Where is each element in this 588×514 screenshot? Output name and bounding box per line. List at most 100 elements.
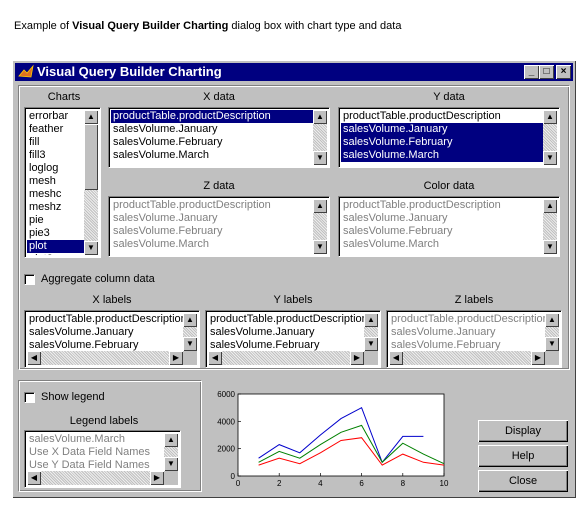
list-item[interactable]: productTable.productDescription bbox=[341, 110, 543, 123]
help-button[interactable]: Help bbox=[478, 445, 568, 467]
list-item[interactable]: Use X Data Field Names bbox=[27, 446, 164, 459]
xlabels-hscroll[interactable]: ◀ ▶ bbox=[27, 351, 183, 365]
scroll-down-icon[interactable]: ▼ bbox=[543, 151, 557, 165]
list-item[interactable]: salesVolume.January bbox=[111, 123, 313, 136]
list-item[interactable]: productTable.productDescription bbox=[341, 199, 543, 212]
colordata-vscroll[interactable]: ▲ ▼ bbox=[543, 199, 557, 254]
scroll-up-icon[interactable]: ▲ bbox=[84, 110, 98, 124]
xlabels-vscroll[interactable]: ▲ ▼ bbox=[183, 313, 197, 351]
colordata-listbox[interactable]: productTable.productDescription salesVolu… bbox=[338, 196, 560, 257]
scroll-up-icon[interactable]: ▲ bbox=[313, 199, 327, 213]
list-item[interactable]: salesVolume.February bbox=[111, 136, 313, 149]
zlabels-hscroll[interactable]: ◀ ▶ bbox=[389, 351, 545, 365]
list-item[interactable]: productTable.productDescription bbox=[27, 313, 183, 326]
list-item[interactable]: salesVolume.January bbox=[27, 326, 183, 339]
list-item[interactable]: Use Y Data Field Names bbox=[27, 459, 164, 471]
scroll-right-icon[interactable]: ▶ bbox=[150, 471, 164, 485]
scroll-down-icon[interactable]: ▼ bbox=[313, 240, 327, 254]
list-item[interactable]: salesVolume.February bbox=[341, 225, 543, 238]
scroll-right-icon[interactable]: ▶ bbox=[350, 351, 364, 365]
minimize-button[interactable]: _ bbox=[524, 65, 539, 79]
scroll-down-icon[interactable]: ▼ bbox=[364, 337, 378, 351]
xlabels-listbox[interactable]: productTable.productDescription salesVolu… bbox=[24, 310, 200, 368]
scroll-left-icon[interactable]: ◀ bbox=[389, 351, 403, 365]
list-item[interactable]: salesVolume.January bbox=[341, 212, 543, 225]
list-item[interactable]: salesVolume.February bbox=[341, 136, 543, 149]
scroll-right-icon[interactable]: ▶ bbox=[531, 351, 545, 365]
ylabels-listbox[interactable]: productTable.productDescription salesVolu… bbox=[205, 310, 381, 368]
list-item[interactable]: productTable.productDescription bbox=[389, 313, 545, 326]
scroll-up-icon[interactable]: ▲ bbox=[543, 199, 557, 213]
scroll-up-icon[interactable]: ▲ bbox=[543, 110, 557, 124]
scroll-left-icon[interactable]: ◀ bbox=[27, 471, 41, 485]
scroll-down-icon[interactable]: ▼ bbox=[183, 337, 197, 351]
scroll-right-icon[interactable]: ▶ bbox=[169, 351, 183, 365]
list-item[interactable]: plot3 bbox=[27, 253, 84, 255]
zdata-items: productTable.productDescription salesVolu… bbox=[111, 199, 313, 254]
charts-vscroll[interactable]: ▲ ▼ bbox=[84, 110, 98, 255]
scroll-up-icon[interactable]: ▲ bbox=[313, 110, 327, 124]
list-item[interactable]: productTable.productDescription bbox=[111, 110, 313, 123]
aggregate-checkbox[interactable] bbox=[24, 274, 35, 285]
list-item[interactable]: salesVolume.March bbox=[341, 149, 543, 162]
legend-vscroll[interactable]: ▲ ▼ bbox=[164, 433, 178, 471]
ylabels-vscroll[interactable]: ▲ ▼ bbox=[364, 313, 378, 351]
list-item[interactable]: salesVolume.February bbox=[111, 225, 313, 238]
title-bar[interactable]: Visual Query Builder Charting _ □ × bbox=[15, 63, 573, 81]
zdata-listbox[interactable]: productTable.productDescription salesVolu… bbox=[108, 196, 330, 257]
list-item[interactable]: salesVolume.March bbox=[111, 149, 313, 162]
zlabels-vscroll[interactable]: ▲ ▼ bbox=[545, 313, 559, 351]
legend-hscroll[interactable]: ◀ ▶ bbox=[27, 471, 164, 485]
list-item[interactable]: pie bbox=[27, 214, 84, 227]
ylabels-hscroll[interactable]: ◀ ▶ bbox=[208, 351, 364, 365]
scroll-down-icon[interactable]: ▼ bbox=[313, 151, 327, 165]
list-item[interactable]: meshc bbox=[27, 188, 84, 201]
list-item[interactable]: salesVolume.March bbox=[27, 433, 164, 446]
list-item[interactable]: errorbar bbox=[27, 110, 84, 123]
list-item[interactable]: salesVolume.January bbox=[389, 326, 545, 339]
ydata-listbox[interactable]: productTable.productDescription salesVolu… bbox=[338, 107, 560, 168]
charts-listbox[interactable]: errorbar feather fill fill3 loglog mesh meshc m… bbox=[24, 107, 101, 258]
list-item[interactable]: salesVolume.February bbox=[208, 339, 364, 351]
list-item[interactable]: productTable.productDescription bbox=[208, 313, 364, 326]
scroll-up-icon[interactable]: ▲ bbox=[364, 313, 378, 327]
maximize-button[interactable]: □ bbox=[539, 65, 554, 79]
list-item[interactable]: meshz bbox=[27, 201, 84, 214]
show-legend-checkbox[interactable] bbox=[24, 392, 35, 403]
list-item[interactable]: salesVolume.February bbox=[389, 339, 545, 351]
scroll-thumb[interactable] bbox=[84, 124, 98, 190]
list-item[interactable]: salesVolume.January bbox=[111, 212, 313, 225]
ydata-vscroll[interactable]: ▲ ▼ bbox=[543, 110, 557, 165]
list-item[interactable]: salesVolume.January bbox=[208, 326, 364, 339]
list-item[interactable]: fill bbox=[27, 136, 84, 149]
scroll-down-icon[interactable]: ▼ bbox=[545, 337, 559, 351]
scroll-down-icon[interactable]: ▼ bbox=[543, 240, 557, 254]
scroll-up-icon[interactable]: ▲ bbox=[545, 313, 559, 327]
xdata-vscroll[interactable]: ▲ ▼ bbox=[313, 110, 327, 165]
list-item[interactable]: salesVolume.March bbox=[111, 238, 313, 251]
list-item[interactable]: salesVolume.February bbox=[27, 339, 183, 351]
zdata-vscroll[interactable]: ▲ ▼ bbox=[313, 199, 327, 254]
list-item[interactable]: salesVolume.March bbox=[341, 238, 543, 251]
scroll-left-icon[interactable]: ◀ bbox=[27, 351, 41, 365]
scroll-up-icon[interactable]: ▲ bbox=[183, 313, 197, 327]
scroll-down-icon[interactable]: ▼ bbox=[164, 457, 178, 471]
caption-suffix: dialog box with chart type and data bbox=[228, 20, 402, 32]
display-button[interactable]: Display bbox=[478, 420, 568, 442]
list-item[interactable]: productTable.productDescription bbox=[111, 199, 313, 212]
list-item[interactable]: pie3 bbox=[27, 227, 84, 240]
list-item[interactable]: feather bbox=[27, 123, 84, 136]
scroll-up-icon[interactable]: ▲ bbox=[164, 433, 178, 447]
scroll-left-icon[interactable]: ◀ bbox=[208, 351, 222, 365]
close-window-button[interactable]: × bbox=[556, 65, 571, 79]
zlabels-listbox[interactable]: productTable.productDescription salesVolu… bbox=[386, 310, 562, 368]
list-item[interactable]: fill3 bbox=[27, 149, 84, 162]
scroll-down-icon[interactable]: ▼ bbox=[84, 241, 98, 255]
list-item[interactable]: loglog bbox=[27, 162, 84, 175]
list-item[interactable]: salesVolume.January bbox=[341, 123, 543, 136]
list-item[interactable]: mesh bbox=[27, 175, 84, 188]
list-item[interactable]: plot bbox=[27, 240, 84, 253]
xdata-listbox[interactable]: productTable.productDescription salesVolu… bbox=[108, 107, 330, 168]
close-button[interactable]: Close bbox=[478, 470, 568, 492]
legend-labels-listbox[interactable]: salesVolume.March Use X Data Field Names U… bbox=[24, 430, 181, 488]
